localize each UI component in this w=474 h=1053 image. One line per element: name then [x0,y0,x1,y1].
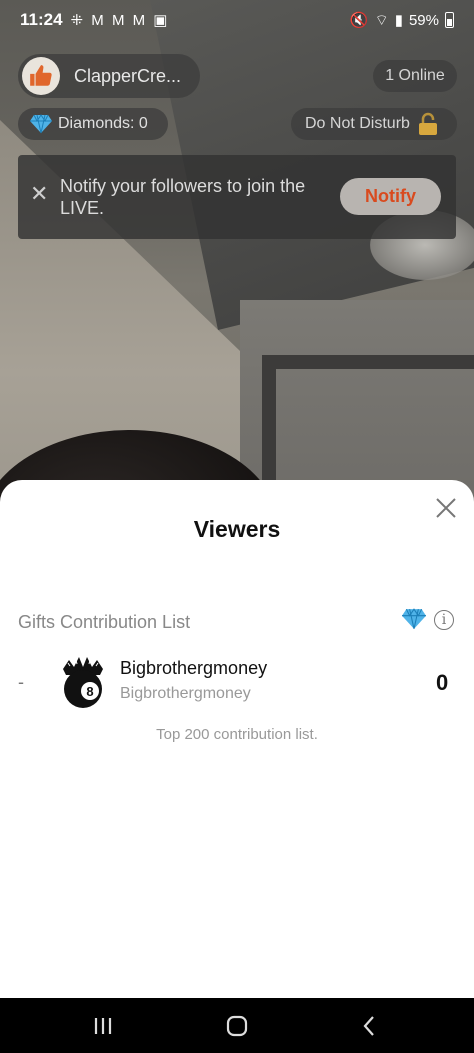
close-icon[interactable] [434,496,458,520]
eight-ball-avatar-icon: 8 [63,657,103,708]
host-avatar [22,57,60,95]
notify-followers-banner: ✕ Notify your followers to join the LIVE… [18,155,456,239]
recents-button[interactable] [63,998,143,1053]
notify-banner-text: Notify your followers to join the LIVE. [60,176,306,218]
home-button[interactable] [197,998,277,1053]
system-nav-bar [0,998,474,1053]
status-time: 11:24 [20,10,63,29]
viewers-sheet: Viewers Gifts Contribution List i - 8 Bi… [0,480,474,998]
list-footnote: Top 200 contribution list. [156,726,318,743]
viewer-name: Bigbrothergmoney [120,658,268,678]
do-not-disturb-toggle[interactable]: Do Not Disturb [291,108,457,140]
list-item[interactable]: - 8 Bigbrothergmoney Bigbrothergmoney 0 [0,650,474,716]
lock-icon [418,112,437,135]
info-icon[interactable]: i [434,610,454,630]
recents-icon [94,1017,112,1034]
diamonds-pill[interactable]: Diamonds: 0 [18,108,168,140]
wifi-icon: ⌔ [374,11,389,29]
viewer-username: Bigbrothergmoney [120,685,251,702]
host-name: ClapperCre... [74,65,182,86]
mute-icon: 🔇 [349,12,369,29]
diamond-icon [30,114,52,134]
close-icon[interactable]: ✕ [30,183,48,205]
status-bar: 11:24 ⁜ M M M ▣ 🔇 ⌔ ▮ 59% [0,0,474,40]
diamond-icon [402,608,426,629]
thumbs-up-icon [30,65,52,86]
signal-icon: ▮ [394,12,403,29]
notification-icons: ⁜ M M M ▣ [70,12,170,29]
back-button[interactable] [329,998,409,1053]
home-icon [226,1015,248,1036]
diamonds-label: Diamonds: 0 [58,115,148,132]
back-icon [363,1015,374,1036]
contribution-value: 0 [436,670,449,695]
sheet-title: Viewers [193,516,281,542]
host-info-pill[interactable]: ClapperCre... [18,54,200,98]
rank-label: - [18,672,24,692]
battery-icon [445,12,454,28]
online-count-pill[interactable]: 1 Online [373,60,457,92]
battery-level: 59% [408,11,439,29]
list-heading: Gifts Contribution List [18,612,191,632]
notify-button[interactable]: Notify [340,178,441,215]
svg-text:8: 8 [86,684,93,699]
do-not-disturb-label: Do Not Disturb [305,115,410,132]
